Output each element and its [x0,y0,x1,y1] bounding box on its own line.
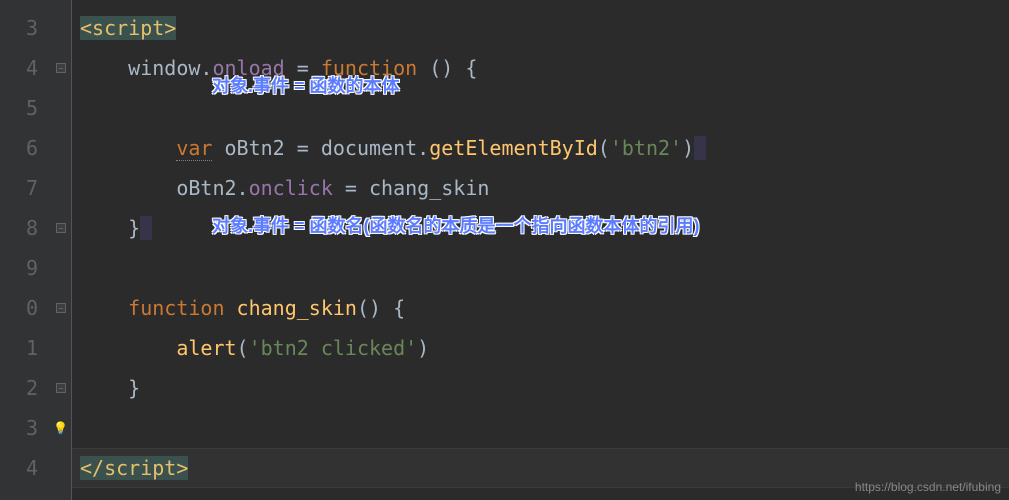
fold-icon[interactable] [56,383,66,393]
code-line[interactable]: alert('btn2 clicked') [80,328,1009,368]
line-number: 4 [0,48,38,88]
code-line[interactable] [80,408,1009,448]
code-line[interactable]: <script> [80,8,1009,48]
fold-icon[interactable] [56,63,66,73]
line-number: 0 [0,288,38,328]
code-editor: 3 4 5 6 7 8 9 0 1 2 3 4 💡 <script> windo… [0,0,1009,500]
code-line[interactable]: var oBtn2 = document.getElementById('btn… [80,128,1009,168]
line-number: 3 [0,408,38,448]
caret-mark [694,136,706,160]
code-line[interactable] [80,248,1009,288]
code-line[interactable]: function chang_skin() { [80,288,1009,328]
code-area[interactable]: <script> window.onload = function () { v… [72,0,1009,500]
script-open-tag: <script> [80,16,176,40]
annotation-text: 对象.事件 = 函数的本体 [212,72,400,98]
line-number: 1 [0,328,38,368]
annotation-text: 对象.事件 = 函数名(函数名的本质是一个指向函数本体的引用) [212,212,700,238]
line-number: 8 [0,208,38,248]
code-line[interactable]: } [80,368,1009,408]
fold-icon[interactable] [56,223,66,233]
line-number: 6 [0,128,38,168]
code-line[interactable]: oBtn2.onclick = chang_skin [80,168,1009,208]
line-number: 4 [0,448,38,488]
intention-bulb-icon[interactable]: 💡 [53,421,68,435]
line-number: 9 [0,248,38,288]
fold-icon[interactable] [56,303,66,313]
caret-mark [140,216,152,240]
line-number: 2 [0,368,38,408]
line-number: 5 [0,88,38,128]
line-number: 7 [0,168,38,208]
script-close-tag: </script> [80,456,188,480]
line-gutter: 3 4 5 6 7 8 9 0 1 2 3 4 [0,0,50,500]
watermark: https://blog.csdn.net/ifubing [855,480,1001,494]
line-number: 3 [0,8,38,48]
fold-column: 💡 [50,0,72,500]
